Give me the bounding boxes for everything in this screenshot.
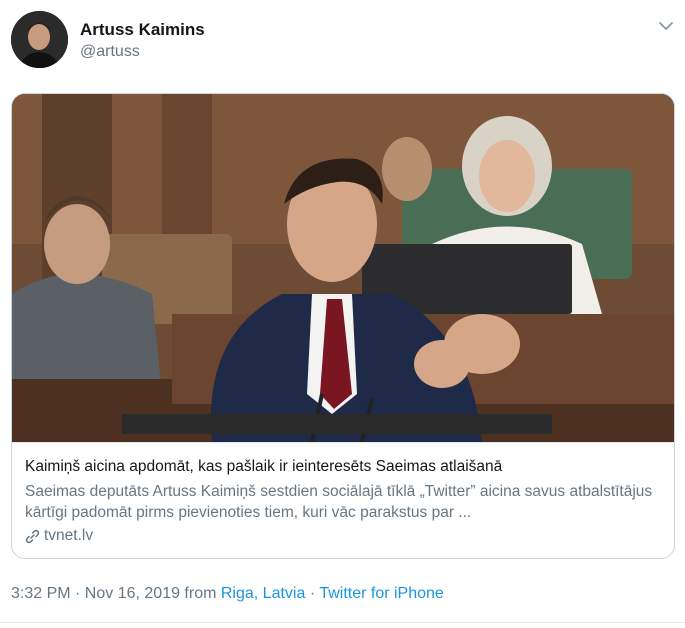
link-icon — [25, 529, 40, 544]
card-description: Saeimas deputāts Artuss Kaimiņš sestdien… — [25, 483, 653, 521]
timestamp[interactable]: 3:32 PM · Nov 16, 2019 from — [11, 585, 221, 602]
tweet-header: Artuss Kaimins @artuss — [11, 11, 675, 69]
card-domain-text: tvnet.lv — [44, 527, 94, 544]
card-body: Kaimiņš aicina apdomāt, kas pašlaik ir i… — [12, 442, 674, 558]
user-handle[interactable]: @artuss — [80, 43, 140, 61]
source-link[interactable]: Twitter for iPhone — [319, 585, 444, 602]
avatar[interactable] — [11, 11, 68, 68]
meta-separator: · — [305, 585, 320, 602]
tweet-meta: 3:32 PM · Nov 16, 2019 from Riga, Latvia… — [11, 585, 444, 603]
chevron-down-icon[interactable] — [657, 17, 675, 35]
divider — [0, 622, 685, 623]
card-image — [12, 94, 674, 442]
card-title[interactable]: Kaimiņš aicina apdomāt, kas pašlaik ir i… — [25, 458, 502, 476]
location-link[interactable]: Riga, Latvia — [221, 585, 306, 602]
link-card[interactable]: Kaimiņš aicina apdomāt, kas pašlaik ir i… — [11, 93, 675, 559]
card-domain: tvnet.lv — [25, 527, 93, 545]
display-name[interactable]: Artuss Kaimins — [80, 20, 205, 40]
tweet: Artuss Kaimins @artuss Kaimiņš aicina ap… — [0, 0, 685, 628]
